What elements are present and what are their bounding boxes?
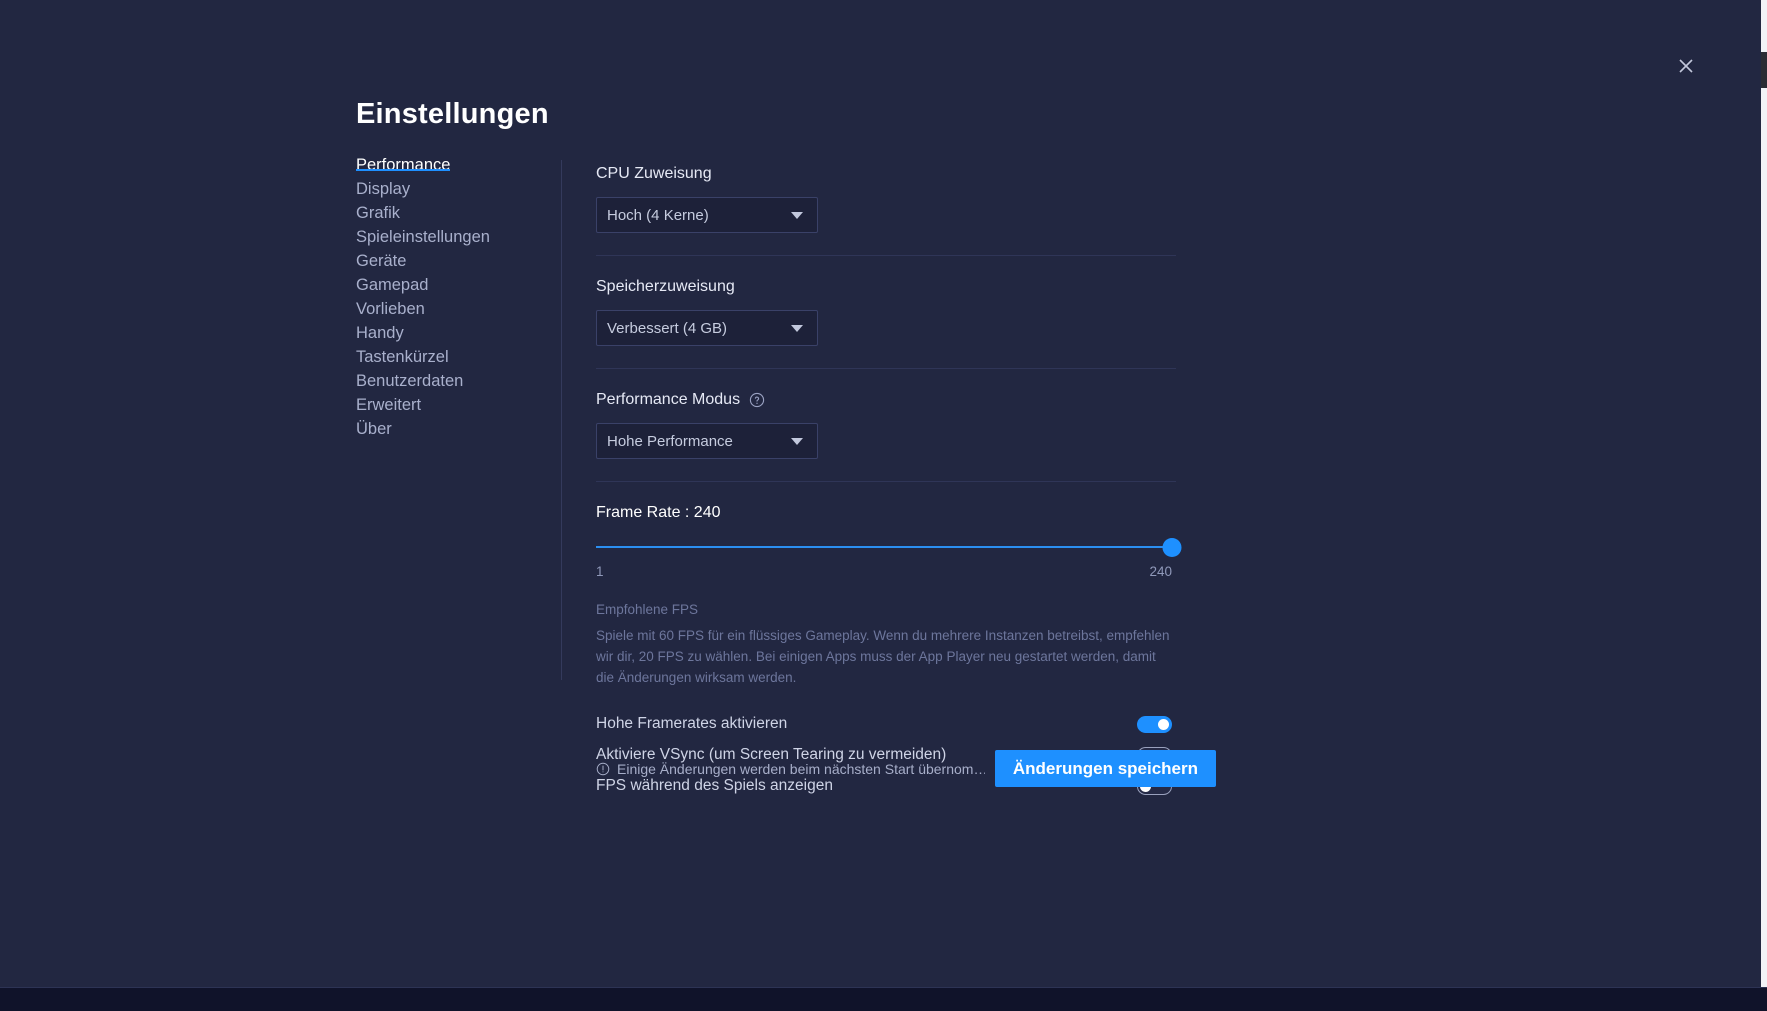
sidebar-item-grafik[interactable]: Grafik	[356, 205, 400, 222]
sidebar-item-erweitert[interactable]: Erweitert	[356, 397, 421, 414]
sidebar-item-tastenkuerzel[interactable]: Tastenkürzel	[356, 349, 449, 366]
performance-mode-label-row: Performance Modus	[596, 391, 1176, 409]
section-cpu-allocation: CPU Zuweisung Hoch (4 Kerne)	[596, 165, 1176, 256]
close-button[interactable]	[1670, 50, 1702, 82]
sidebar-item-benutzerdaten[interactable]: Benutzerdaten	[356, 373, 463, 390]
settings-content: CPU Zuweisung Hoch (4 Kerne) Speicherzuw…	[596, 165, 1182, 846]
toggle-row-high-framerates: Hohe Framerates aktivieren	[596, 709, 1172, 740]
help-circle-icon[interactable]	[749, 392, 765, 408]
sidebar-item-display[interactable]: Display	[356, 181, 410, 198]
performance-mode-label: Performance Modus	[596, 391, 741, 408]
sidebar-item-handy[interactable]: Handy	[356, 325, 404, 342]
page-title: Einstellungen	[356, 98, 549, 130]
chevron-down-icon	[791, 211, 803, 219]
sidebar-item-spieleinstellungen[interactable]: Spieleinstellungen	[356, 229, 490, 246]
info-circle-icon	[596, 762, 610, 776]
toggle-knob	[1158, 718, 1169, 730]
chevron-down-icon	[791, 324, 803, 332]
slider-thumb[interactable]	[1162, 538, 1182, 557]
toggle-label-high-framerates: Hohe Framerates aktivieren	[596, 715, 788, 733]
settings-modal: Einstellungen Performance Display Grafik…	[0, 0, 1767, 1011]
cpu-allocation-select[interactable]: Hoch (4 Kerne)	[596, 197, 818, 233]
background-app-strip-dark	[1761, 52, 1767, 88]
slider-max-label: 240	[1149, 564, 1172, 579]
frame-rate-label: Frame Rate : 240	[596, 504, 721, 521]
sidebar-content-divider	[561, 160, 562, 680]
memory-allocation-select[interactable]: Verbessert (4 GB)	[596, 310, 818, 346]
slider-scale: 1 240	[596, 564, 1172, 584]
bottom-bar	[0, 987, 1767, 1011]
slider-fill	[596, 546, 1172, 548]
performance-mode-select[interactable]: Hohe Performance	[596, 423, 818, 459]
fps-hint-body: Spiele mit 60 FPS für ein flüssiges Game…	[596, 628, 1170, 685]
sidebar-item-vorlieben[interactable]: Vorlieben	[356, 301, 425, 318]
background-app-strip	[1761, 0, 1767, 1011]
cpu-allocation-label: CPU Zuweisung	[596, 165, 712, 182]
sidebar-item-geraete[interactable]: Geräte	[356, 253, 406, 270]
frame-rate-slider[interactable]	[596, 538, 1182, 557]
section-memory-allocation: Speicherzuweisung Verbessert (4 GB)	[596, 278, 1176, 369]
toggle-high-framerates[interactable]	[1137, 715, 1172, 733]
performance-mode-value: Hohe Performance	[607, 432, 733, 450]
cpu-allocation-value: Hoch (4 Kerne)	[607, 206, 709, 224]
close-icon	[1676, 56, 1696, 76]
chevron-down-icon	[791, 437, 803, 445]
memory-allocation-value: Verbessert (4 GB)	[607, 319, 728, 337]
restart-note: Einige Änderungen werden beim nächsten S…	[596, 761, 985, 777]
fps-hint-title: Empfohlene FPS	[596, 602, 699, 617]
settings-footer: Einige Änderungen werden beim nächsten S…	[596, 750, 1216, 787]
section-performance-mode: Performance Modus Hohe Performance	[596, 391, 1176, 482]
settings-sidebar: Performance Display Grafik Spieleinstell…	[356, 157, 561, 453]
slider-min-label: 1	[596, 564, 604, 579]
restart-note-text: Einige Änderungen werden beim nächsten S…	[617, 760, 985, 777]
sidebar-item-ueber[interactable]: Über	[356, 421, 392, 438]
sidebar-item-gamepad[interactable]: Gamepad	[356, 277, 428, 294]
sidebar-item-performance[interactable]: Performance	[356, 157, 451, 173]
save-changes-button[interactable]: Änderungen speichern	[994, 750, 1216, 787]
memory-allocation-label: Speicherzuweisung	[596, 278, 735, 295]
